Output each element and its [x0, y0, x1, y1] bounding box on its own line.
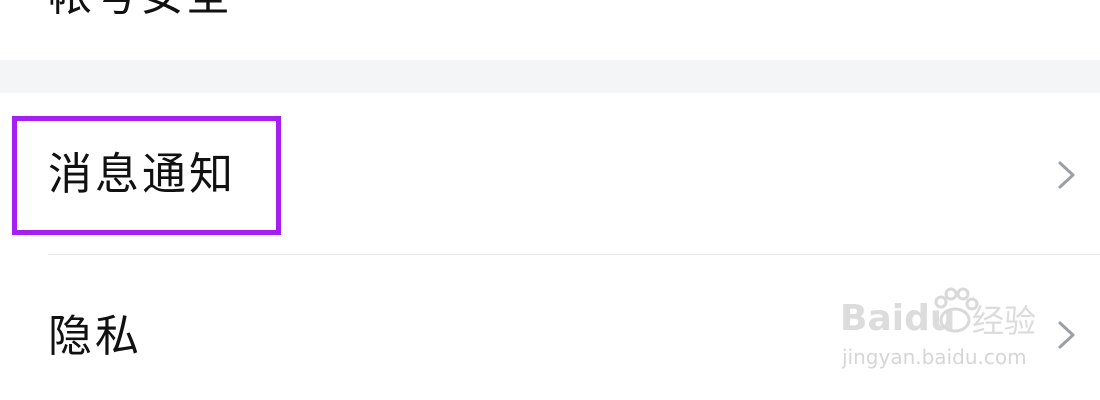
settings-row-label: 隐私 — [48, 311, 142, 362]
settings-screen: 帐号安全 消息通知 隐私 Baidu 经验 jingyan.baidu.com — [0, 0, 1100, 400]
settings-row-account-security[interactable]: 帐号安全 — [0, 0, 1100, 60]
chevron-right-icon — [1058, 161, 1075, 189]
settings-row-label: 消息通知 — [48, 149, 236, 200]
settings-row-label: 帐号安全 — [48, 0, 232, 18]
settings-row-privacy[interactable]: 隐私 — [0, 255, 1100, 400]
settings-row-notifications[interactable]: 消息通知 — [0, 93, 1100, 254]
chevron-right-icon — [1058, 321, 1075, 349]
section-separator — [0, 60, 1100, 93]
